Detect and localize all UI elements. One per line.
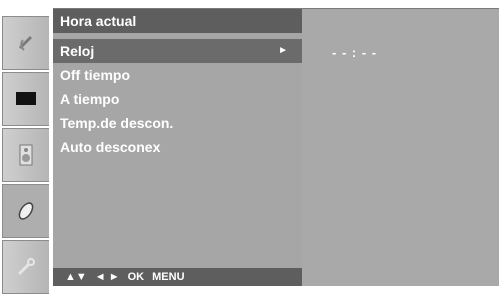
menu-panel: Hora actual Reloj ► Off tiempo A tiempo … <box>53 8 302 286</box>
menu-item-auto-desconex[interactable]: Auto desconex <box>53 135 302 159</box>
menu-item-a-tiempo[interactable]: A tiempo <box>53 87 302 111</box>
menu-item-off-tiempo[interactable]: Off tiempo <box>53 63 302 87</box>
value-panel: - - : - - <box>302 8 499 286</box>
submenu-arrow-icon: ► <box>278 45 288 56</box>
ok-hint: OK <box>127 271 145 283</box>
settings-icon[interactable] <box>2 240 49 294</box>
menu-item-label: Temp.de descon. <box>60 115 174 131</box>
speaker-icon[interactable] <box>2 128 49 182</box>
menu-item-reloj[interactable]: Reloj ► <box>53 39 302 63</box>
menu-item-label: A tiempo <box>60 91 120 107</box>
footer-nav-hints: ▲▼ ◄ ► OK MENU <box>53 268 302 286</box>
updown-arrows-icon: ▲▼ <box>65 271 87 283</box>
menu-item-label: Off tiempo <box>60 67 130 83</box>
screen-icon[interactable] <box>2 72 49 126</box>
menu-item-label: Auto desconex <box>60 139 161 155</box>
menu-item-label: Reloj <box>60 43 95 59</box>
sidebar <box>0 8 53 294</box>
clock-icon[interactable] <box>2 184 49 238</box>
menu-list: Reloj ► Off tiempo A tiempo Temp.de desc… <box>53 39 302 159</box>
menu-hint: MENU <box>152 271 185 283</box>
clock-value: - - : - - <box>332 45 378 60</box>
leftright-arrows-icon: ◄ ► <box>94 271 120 283</box>
satellite-dish-icon[interactable] <box>2 16 49 70</box>
menu-title: Hora actual <box>53 9 302 33</box>
menu-item-temp-descon[interactable]: Temp.de descon. <box>53 111 302 135</box>
